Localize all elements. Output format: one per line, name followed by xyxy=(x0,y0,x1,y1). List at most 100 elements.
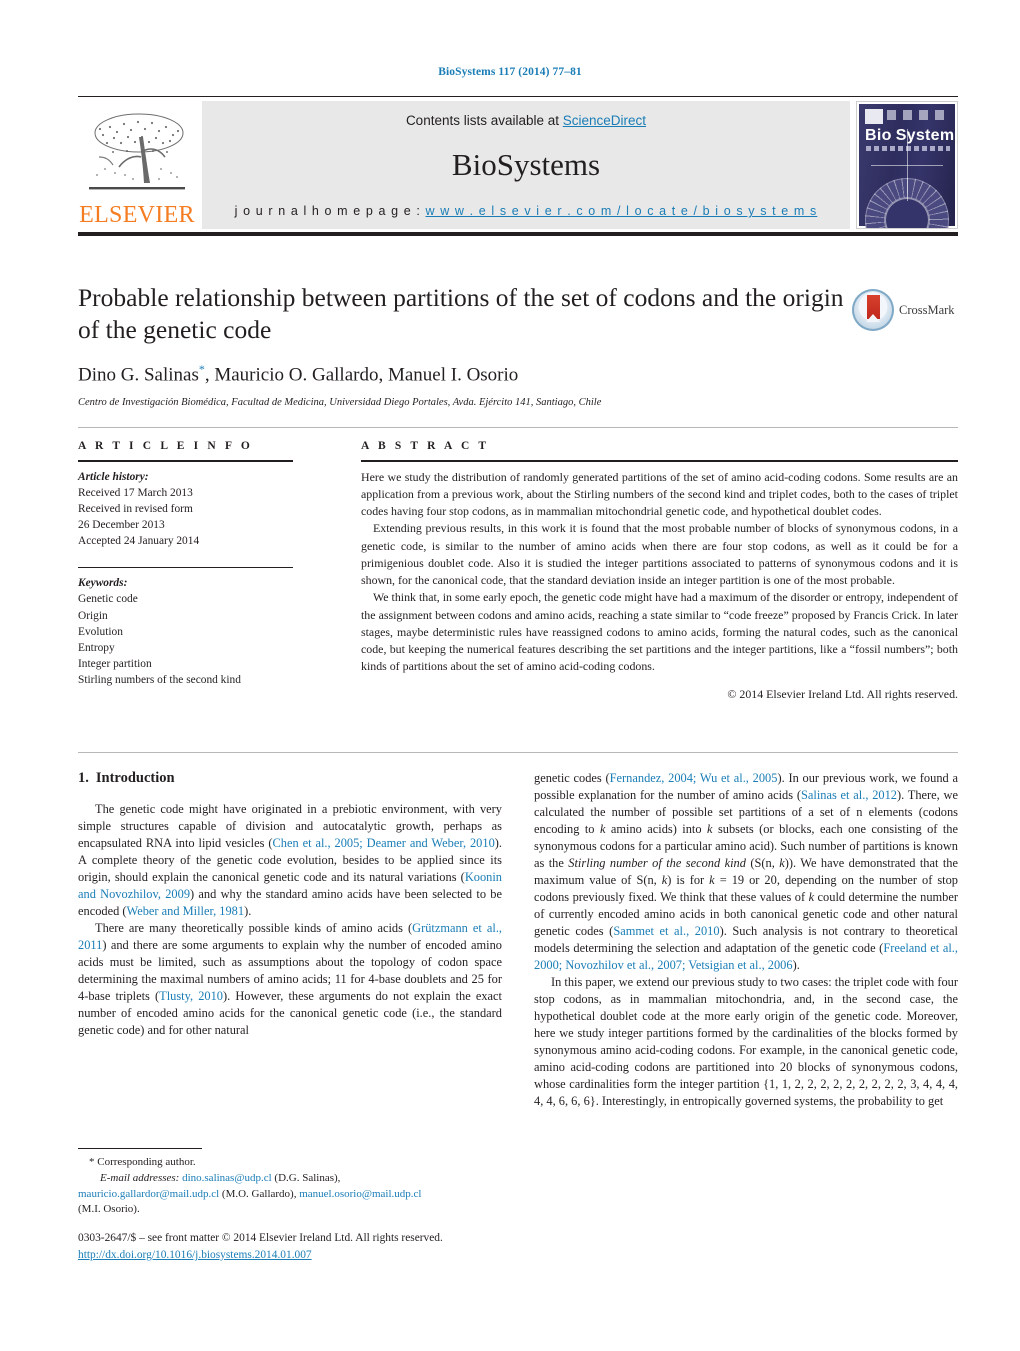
paragraph-text: ). xyxy=(792,957,800,972)
citation-link[interactable]: Sammet et al., 2010 xyxy=(613,924,719,938)
elsevier-wordmark: ELSEVIER xyxy=(79,202,195,229)
journal-cover-image: Bio Systems xyxy=(856,101,958,230)
doi-link[interactable]: http://dx.doi.org/10.1016/j.biosystems.2… xyxy=(78,1249,312,1261)
footnote-block: * Corresponding author. E-mail addresses… xyxy=(78,1148,502,1218)
paragraph-text: ) is for xyxy=(667,872,710,887)
contents-prefix: Contents lists available at xyxy=(405,113,563,129)
keyword-item: Stirling numbers of the second kind xyxy=(78,674,241,687)
citation-link[interactable]: Weber and Miller, 1981 xyxy=(127,904,245,918)
keyword-item: Evolution xyxy=(78,625,123,638)
email-link-osorio[interactable]: manuel.osorio@mail.udp.cl xyxy=(299,1188,421,1200)
emphasis-text: Stirling number of the second kind xyxy=(568,855,746,870)
article-info-column: A R T I C L E I N F O Article history: R… xyxy=(78,440,331,702)
keywords-list: Keywords: Genetic code Origin Evolution … xyxy=(78,575,331,688)
journal-name: BioSystems xyxy=(451,146,601,182)
paragraph-text: genetic codes ( xyxy=(534,771,610,785)
keyword-item: Origin xyxy=(78,609,108,622)
email-line-2: mauricio.gallardor@mail.udp.cl (M.O. Gal… xyxy=(78,1187,502,1203)
body-paragraph: The genetic code might have originated i… xyxy=(78,801,502,920)
info-abstract-section: A R T I C L E I N F O Article history: R… xyxy=(78,440,958,702)
citation-link[interactable]: Fernandez, 2004; Wu et al., 2005 xyxy=(610,771,778,785)
journal-masthead: ELSEVIER Contents lists available at Sci… xyxy=(78,96,958,237)
contents-line: Contents lists available at ScienceDirec… xyxy=(406,113,646,128)
masthead-top-rule xyxy=(78,96,958,98)
abstract-section-rule xyxy=(78,427,958,428)
affiliation: Centro de Investigación Biomédica, Facul… xyxy=(78,396,602,408)
email-owner-salinas: (D.G. Salinas), xyxy=(274,1171,341,1184)
author-list: Dino G. Salinas*, Mauricio O. Gallardo, … xyxy=(78,362,958,386)
running-head: BioSystems 117 (2014) 77–81 xyxy=(438,66,582,78)
cover-elsevier-mark-icon xyxy=(865,109,883,125)
imprint-block: 0303-2647/$ – see front matter © 2014 El… xyxy=(78,1230,638,1264)
abstract-heading: A B S T R A C T xyxy=(361,440,490,452)
body-paragraph: genetic codes (Fernandez, 2004; Wu et al… xyxy=(534,770,958,974)
body-columns: 1. Introduction The genetic code might ha… xyxy=(78,770,958,1110)
keyword-item: Genetic code xyxy=(78,593,138,606)
journal-homepage-link[interactable]: w w w . e l s e v i e r . c o m / l o c … xyxy=(426,204,818,218)
citation-link[interactable]: Salinas et al., 2012 xyxy=(801,788,897,802)
history-item: Accepted 24 January 2014 xyxy=(78,535,200,548)
body-paragraph: In this paper, we extend our previous st… xyxy=(534,974,958,1110)
body-column-left: 1. Introduction The genetic code might ha… xyxy=(78,770,502,1110)
keyword-item: Integer partition xyxy=(78,658,152,671)
keyword-item: Entropy xyxy=(78,641,115,654)
masthead-center: Contents lists available at ScienceDirec… xyxy=(202,101,850,230)
section-heading-introduction: 1. Introduction xyxy=(78,770,502,787)
article-info-rule xyxy=(78,460,293,462)
crossmark-badge[interactable]: CrossMark xyxy=(852,288,958,332)
paragraph-text: There are many theoretically possible ki… xyxy=(95,920,413,935)
abstract-rule xyxy=(361,460,958,462)
issn-copyright-line: 0303-2647/$ – see front matter © 2014 El… xyxy=(78,1232,443,1244)
article-info-heading: A R T I C L E I N F O xyxy=(78,440,253,452)
paragraph-text: (S(n, xyxy=(745,855,780,870)
elsevier-logo: ELSEVIER xyxy=(78,101,196,229)
paragraph-text: amino acids) into xyxy=(605,821,708,836)
email-addresses-label: E-mail addresses: xyxy=(100,1171,180,1184)
article-history: Article history: Received 17 March 2013 … xyxy=(78,469,331,550)
body-paragraph: There are many theoretically possible ki… xyxy=(78,920,502,1039)
abstract-paragraph: Here we study the distribution of random… xyxy=(361,469,958,519)
crossmark-icon xyxy=(852,289,894,331)
sciencedirect-link[interactable]: ScienceDirect xyxy=(563,113,646,128)
title-block: Probable relationship between partitions… xyxy=(78,282,958,408)
footnote-text: * Corresponding author. E-mail addresses… xyxy=(78,1155,502,1217)
paper-page: BioSystems 117 (2014) 77–81 ELSEVIER Con… xyxy=(0,0,1020,1351)
footnote-rule xyxy=(78,1148,202,1150)
paragraph-text: ). xyxy=(244,903,252,918)
history-item: Received in revised form xyxy=(78,502,193,515)
section-number: 1. xyxy=(78,770,89,786)
email-owner-osorio: (M.I. Osorio). xyxy=(78,1203,140,1216)
page-title: Probable relationship between partitions… xyxy=(78,283,844,344)
author-others: , Mauricio O. Gallardo, Manuel I. Osorio xyxy=(204,364,519,386)
journal-homepage-line: j o u r n a l h o m e p a g e : w w w . … xyxy=(235,204,818,218)
corresponding-author-note: * Corresponding author. xyxy=(78,1155,502,1171)
keywords-rule xyxy=(78,566,293,569)
article-history-label: Article history: xyxy=(78,470,149,483)
homepage-label: j o u r n a l h o m e p a g e : xyxy=(234,204,426,219)
section-title: Introduction xyxy=(95,770,175,786)
body-section-rule xyxy=(78,752,958,753)
email-addresses-line: E-mail addresses: dino.salinas@udp.cl (D… xyxy=(78,1171,502,1187)
paragraph-text: In this paper, we extend our previous st… xyxy=(534,974,958,1108)
elsevier-tree-icon xyxy=(83,107,191,203)
abstract-paragraph: Extending previous results, in this work… xyxy=(361,521,958,588)
corresponding-marker: * xyxy=(89,1156,95,1169)
abstract-copyright: © 2014 Elsevier Ireland Ltd. All rights … xyxy=(727,686,958,701)
citation-link[interactable]: Tlusty, 2010 xyxy=(159,989,223,1003)
cover-issue-numbers xyxy=(887,110,950,121)
body-column-right: genetic codes (Fernandez, 2004; Wu et al… xyxy=(534,770,958,1110)
cover-globe-crosshair-icon xyxy=(865,123,949,207)
abstract-column: A B S T R A C T Here we study the distri… xyxy=(331,440,958,702)
email-link-gallardo[interactable]: mauricio.gallardor@mail.udp.cl xyxy=(78,1188,219,1200)
corresponding-text: Corresponding author. xyxy=(97,1156,196,1169)
citation-link[interactable]: Chen et al., 2005; Deamer and Weber, 201… xyxy=(272,836,494,850)
masthead-bottom-rule xyxy=(78,232,958,237)
keywords-label: Keywords: xyxy=(78,577,128,590)
history-item: Received 17 March 2013 xyxy=(78,486,193,499)
author-primary: Dino G. Salinas xyxy=(78,364,199,386)
crossmark-label: CrossMark xyxy=(899,302,955,317)
email-link-salinas[interactable]: dino.salinas@udp.cl xyxy=(182,1172,272,1184)
email-owner-gallardo: (M.O. Gallardo), xyxy=(221,1187,297,1200)
history-item: 26 December 2013 xyxy=(78,519,165,532)
email-line-3: (M.I. Osorio). xyxy=(78,1202,502,1218)
